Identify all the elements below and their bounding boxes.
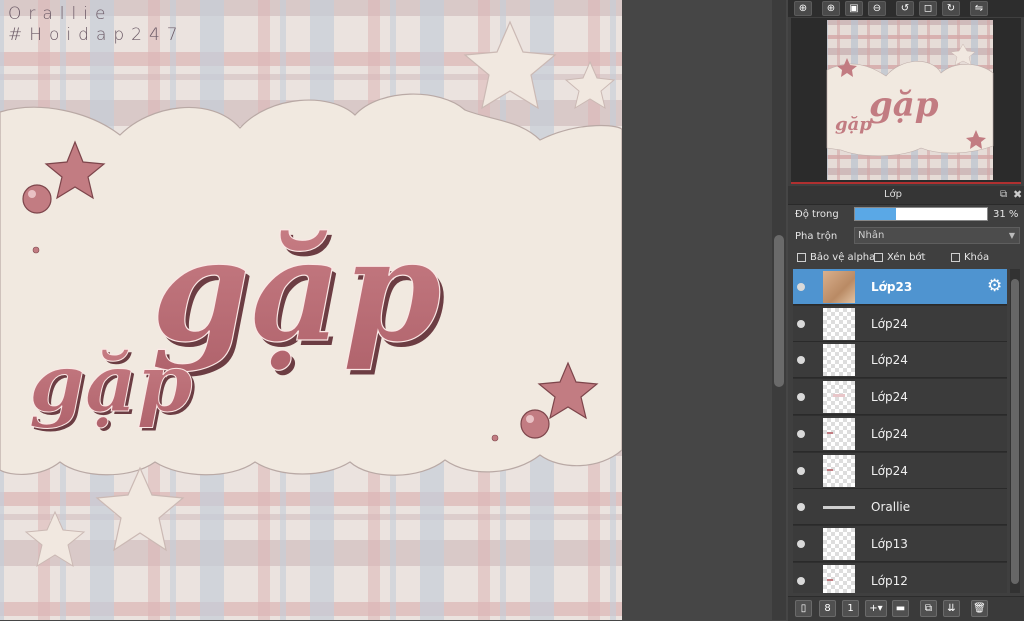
clip-checkbox[interactable] — [874, 253, 883, 262]
layer-row[interactable]: Lớp24 — [793, 305, 1007, 342]
drawing-canvas[interactable]: gặp gặp gặp gặp Orallie #Hoidap247 — [0, 0, 622, 620]
visibility-eye-icon[interactable] — [797, 356, 805, 365]
rotate-right-icon[interactable]: ↻ — [942, 1, 960, 16]
layer-row[interactable]: Lớp12 — [793, 562, 1007, 593]
layer-panel-header: Lớp ⧉ ✖ — [788, 186, 1024, 205]
layer-list-scrollbar[interactable] — [1010, 269, 1020, 593]
layer-thumbnail — [823, 271, 855, 303]
layer-thumbnail — [823, 307, 855, 340]
new-1bit-layer-icon[interactable]: 1 — [842, 600, 859, 617]
layer-thumbnail — [823, 381, 855, 414]
layer-name: Lớp23 — [871, 280, 913, 294]
lock-label: Khóa — [964, 252, 990, 263]
watermark-line1: Orallie — [8, 4, 113, 24]
layer-thumbnail — [823, 491, 855, 524]
fit-window-icon[interactable]: ▣ — [845, 1, 863, 16]
duplicate-layer-icon[interactable]: ⧉ — [920, 600, 937, 617]
zoom-out-icon[interactable]: ⊖ — [868, 1, 886, 16]
zoom-in-plus-icon[interactable]: ⊕ — [822, 1, 840, 16]
rotate-left-icon[interactable]: ↺ — [896, 1, 914, 16]
flip-icon[interactable]: ⇋ — [970, 1, 988, 16]
protect-alpha-checkbox[interactable] — [797, 253, 806, 262]
right-panel: ⊕ ⊕ ▣ ⊖ ↺ ◻ ↻ ⇋ gặp gặp Lớp ⧉ ✖ Độ trong… — [788, 0, 1024, 621]
layer-list-scrollbar-thumb[interactable] — [1011, 279, 1019, 584]
visibility-eye-icon[interactable] — [797, 429, 805, 438]
layer-thumbnail — [823, 527, 855, 560]
layer-thumbnail — [823, 344, 855, 377]
actual-size-icon[interactable]: ◻ — [919, 1, 937, 16]
visibility-eye-icon[interactable] — [797, 503, 805, 512]
artwork: gặp gặp gặp gặp — [0, 0, 622, 620]
layer-list[interactable]: Lớp23 ⚙ Lớp24 Lớp24 Lớp24 Lớp24 Lớp24 Orallie Lớ… — [793, 269, 1007, 593]
visibility-eye-icon[interactable] — [797, 319, 805, 328]
detach-icon[interactable]: ⧉ — [1000, 189, 1007, 200]
opacity-slider-fill — [855, 208, 896, 220]
navigator-thumbnail: gặp gặp — [826, 20, 994, 180]
svg-text:gặp: gặp — [835, 114, 872, 135]
canvas-scrollbar[interactable] — [772, 0, 786, 620]
new-layer-icon[interactable]: ▯ — [795, 600, 812, 617]
layer-name: Lớp24 — [871, 463, 908, 478]
layer-row[interactable]: Lớp24 — [793, 379, 1007, 416]
opacity-value: 31 % — [993, 209, 1019, 220]
layer-row[interactable]: Lớp13 — [793, 525, 1007, 562]
new-8bit-layer-icon[interactable]: 8 — [819, 600, 836, 617]
layer-name: Lớp24 — [871, 390, 908, 405]
blend-label: Pha trộn — [795, 231, 838, 242]
layer-name: Lớp24 — [871, 353, 908, 368]
visibility-eye-icon[interactable] — [797, 576, 805, 585]
navigator-preview[interactable]: gặp gặp — [791, 18, 1021, 184]
lock-checkbox[interactable] — [951, 253, 960, 262]
canvas-scrollbar-thumb[interactable] — [774, 235, 784, 387]
layer-name: Lớp12 — [871, 573, 908, 588]
protect-alpha-label: Bảo vệ alpha — [810, 252, 876, 263]
layer-thumbnail — [823, 564, 855, 593]
close-icon[interactable]: ✖ — [1013, 188, 1022, 201]
layer-thumbnail — [823, 454, 855, 487]
opacity-label: Độ trong — [795, 209, 839, 220]
delete-layer-icon[interactable]: 🗑 — [971, 600, 988, 617]
layer-row[interactable]: Lớp23 ⚙ — [793, 269, 1007, 305]
layer-row[interactable]: Lớp24 — [793, 342, 1007, 379]
folder-icon[interactable]: ▬ — [892, 600, 909, 617]
visibility-eye-icon[interactable] — [797, 539, 805, 548]
layer-row[interactable]: Orallie — [793, 489, 1007, 526]
layer-row[interactable]: Lớp24 — [793, 452, 1007, 489]
zoom-in-icon[interactable]: ⊕ — [794, 1, 812, 16]
layer-name: Orallie — [871, 500, 911, 515]
svg-text:gặp: gặp — [869, 85, 939, 125]
layer-panel-title: Lớp — [883, 189, 903, 200]
layer-row[interactable]: Lớp24 — [793, 415, 1007, 452]
canvas-workspace — [622, 0, 772, 620]
visibility-eye-icon[interactable] — [797, 393, 805, 402]
layer-thumbnail — [823, 417, 855, 450]
small-word: gặp — [29, 336, 193, 430]
add-layer-menu-icon[interactable]: +▾ — [865, 600, 887, 617]
layer-name: Lớp24 — [871, 426, 908, 441]
merge-layer-icon[interactable]: ⇊ — [943, 600, 960, 617]
blend-mode-select[interactable]: Nhân ▼ — [854, 227, 1020, 244]
visibility-eye-icon[interactable] — [797, 466, 805, 475]
layer-name: Lớp13 — [871, 536, 908, 551]
layer-name: Lớp24 — [871, 316, 908, 331]
layer-toolbar: ▯ 8 1 +▾ ▬ ⧉ ⇊ 🗑 — [788, 596, 1024, 621]
watermark-line2: #Hoidap247 — [8, 25, 185, 45]
gear-icon[interactable]: ⚙ — [987, 278, 1002, 295]
blend-mode-value: Nhân — [858, 230, 885, 241]
chevron-down-icon: ▼ — [1008, 231, 1015, 240]
opacity-slider[interactable] — [854, 207, 988, 221]
visibility-eye-icon[interactable] — [797, 283, 805, 291]
navigator-toolbar: ⊕ ⊕ ▣ ⊖ ↺ ◻ ↻ ⇋ — [788, 0, 1024, 17]
clip-label: Xén bớt — [887, 252, 926, 263]
